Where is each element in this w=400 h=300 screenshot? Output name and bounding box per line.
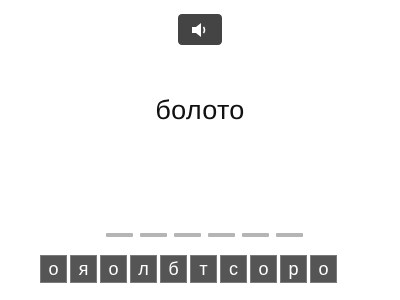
letter-tile[interactable]: р	[280, 255, 307, 283]
answer-slot[interactable]	[208, 233, 235, 237]
answer-slot[interactable]	[276, 233, 303, 237]
prompt-word: болото	[155, 95, 245, 125]
letter-tile[interactable]: я	[70, 255, 97, 283]
letter-tile[interactable]: т	[190, 255, 217, 283]
letter-tile[interactable]: с	[220, 255, 247, 283]
letter-tile[interactable]: о	[100, 255, 127, 283]
answer-slot[interactable]	[106, 233, 133, 237]
letter-tile[interactable]: о	[40, 255, 67, 283]
answer-slots	[106, 233, 303, 237]
answer-slot[interactable]	[174, 233, 201, 237]
letter-tiles: ояолбтсоро	[40, 255, 337, 283]
spelling-exercise: болото ояолбтсоро	[0, 0, 400, 300]
answer-slot[interactable]	[140, 233, 167, 237]
play-audio-button[interactable]	[178, 14, 222, 45]
letter-tile[interactable]: л	[130, 255, 157, 283]
speaker-icon	[191, 22, 209, 38]
letter-tile[interactable]: о	[250, 255, 277, 283]
letter-tile[interactable]: о	[310, 255, 337, 283]
answer-slot[interactable]	[242, 233, 269, 237]
letter-tile[interactable]: б	[160, 255, 187, 283]
